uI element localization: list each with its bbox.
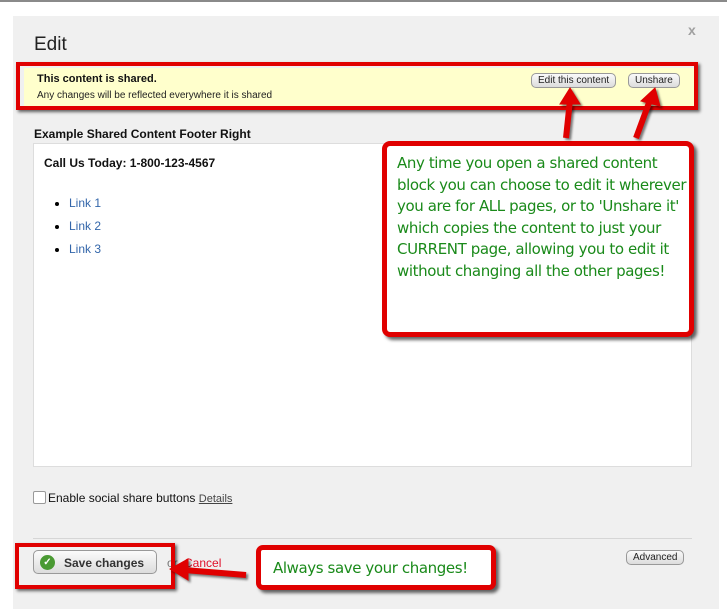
- banner-highlight: [16, 62, 698, 110]
- cancel-link[interactable]: Cancel: [184, 556, 221, 570]
- save-highlight: [15, 543, 175, 589]
- phone-line: Call Us Today: 1-800-123-4567: [44, 156, 216, 170]
- list-item: Link 2: [69, 219, 101, 242]
- social-share-checkbox[interactable]: [33, 491, 46, 504]
- link-3[interactable]: Link 3: [69, 242, 101, 256]
- social-share-label: Enable social share buttons Details: [48, 491, 232, 505]
- section-label: Example Shared Content Footer Right: [34, 127, 251, 141]
- details-link[interactable]: Details: [199, 493, 233, 505]
- link-2[interactable]: Link 2: [69, 219, 101, 233]
- social-share-text: Enable social share buttons: [48, 491, 196, 505]
- list-item: Link 1: [69, 196, 101, 219]
- close-icon[interactable]: x: [688, 22, 696, 38]
- dialog-title: Edit: [34, 34, 67, 55]
- top-border: [0, 0, 727, 2]
- link-list: Link 1 Link 2 Link 3: [52, 196, 101, 265]
- save-callout-text: Always save your changes!: [273, 559, 468, 577]
- list-item: Link 3: [69, 242, 101, 265]
- advanced-button[interactable]: Advanced: [626, 550, 685, 565]
- footer-divider: [33, 538, 692, 539]
- link-1[interactable]: Link 1: [69, 196, 101, 210]
- shared-callout-text: Any time you open a shared content block…: [397, 154, 687, 280]
